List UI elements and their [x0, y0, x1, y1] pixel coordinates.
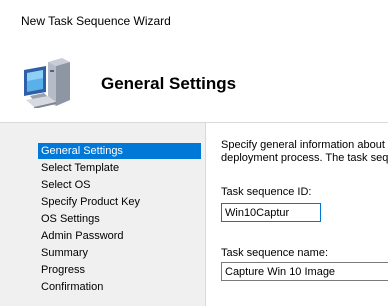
window-title: New Task Sequence Wizard: [21, 14, 171, 28]
step-select-os[interactable]: Select OS: [38, 177, 201, 193]
step-summary[interactable]: Summary: [38, 245, 201, 261]
settings-pane: Specify general information about th dep…: [205, 123, 388, 306]
task-sequence-name-input[interactable]: [221, 262, 388, 281]
step-os-settings[interactable]: OS Settings: [38, 211, 201, 227]
step-confirmation[interactable]: Confirmation: [38, 279, 201, 295]
description: Specify general information about th dep…: [221, 139, 388, 165]
task-sequence-id-label: Task sequence ID:: [221, 186, 312, 198]
step-general-settings[interactable]: General Settings: [38, 143, 201, 159]
step-admin-password[interactable]: Admin Password: [38, 228, 201, 244]
step-specify-product-key[interactable]: Specify Product Key: [38, 194, 201, 210]
title-bar: New Task Sequence Wizard: [0, 0, 388, 36]
step-progress[interactable]: Progress: [38, 262, 201, 278]
computer-icon: [24, 58, 70, 108]
wizard-step-list: General Settings Select Template Select …: [0, 123, 205, 306]
task-sequence-id-input[interactable]: [221, 203, 321, 222]
task-sequence-name-label: Task sequence name:: [221, 247, 329, 259]
description-line-1: Specify general information about th: [221, 139, 388, 151]
step-select-template[interactable]: Select Template: [38, 160, 201, 176]
page-heading: General Settings: [101, 74, 237, 93]
description-line-2: deployment process. The task sequ: [221, 152, 388, 164]
wizard-header: General Settings: [0, 36, 388, 123]
